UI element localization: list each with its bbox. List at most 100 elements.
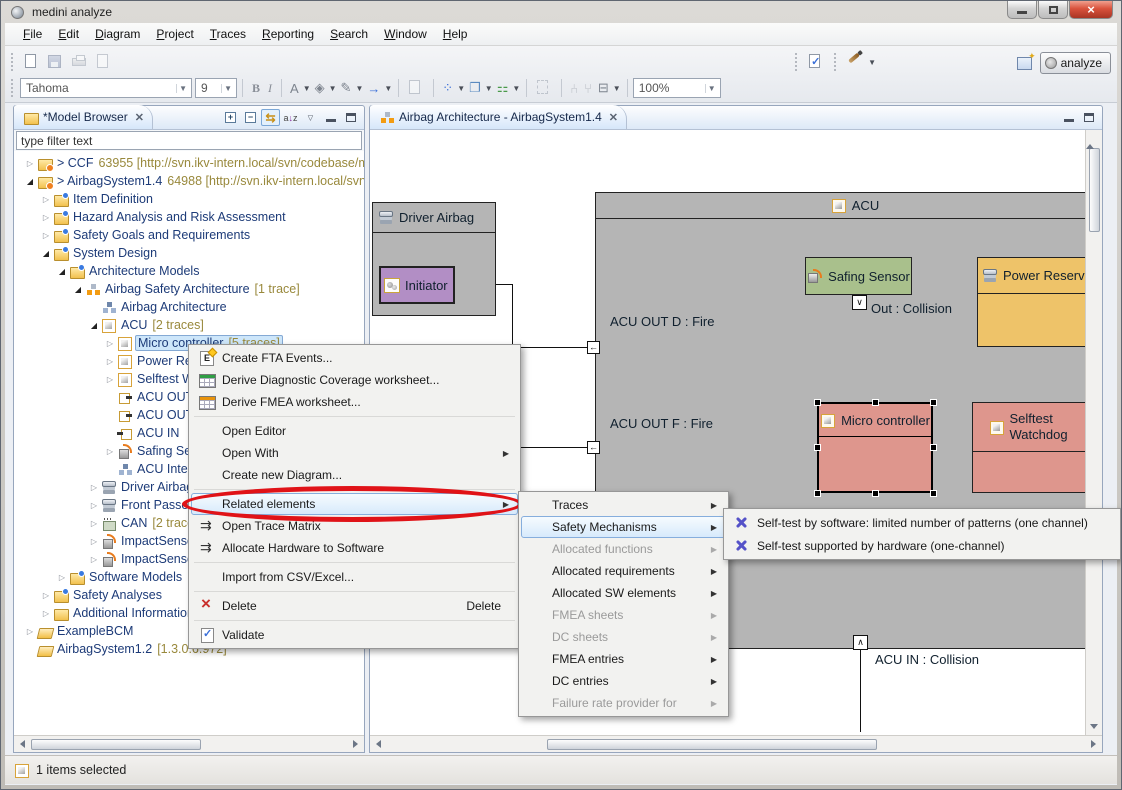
collapse-all-button[interactable]: − xyxy=(241,109,260,126)
menu-item-self-test-supported-by-hardware-one-channel[interactable]: Self-test supported by hardware (one-cha… xyxy=(726,534,1118,557)
menu-item-delete[interactable]: DeleteDelete xyxy=(191,595,518,617)
menu-diagram[interactable]: Diagram xyxy=(87,24,148,44)
tree-item-airbag-safety-architecture[interactable]: ◢Airbag Safety Architecture[1 trace] xyxy=(14,280,364,298)
sort-button[interactable]: a↓z xyxy=(281,109,300,126)
menu-item-import-from-csv-excel[interactable]: Import from CSV/Excel... xyxy=(191,566,518,588)
menu-edit[interactable]: Edit xyxy=(50,24,87,44)
safing-out-port[interactable]: ∨ xyxy=(852,295,867,310)
font-family-combo[interactable]: Tahoma▼ xyxy=(20,78,192,98)
perspective-analyze-button[interactable]: analyze xyxy=(1040,52,1111,74)
connector-style-button[interactable]: → xyxy=(364,81,383,96)
tree-item--ccf[interactable]: ▷> CCF63955 [http://svn.ikv-intern.local… xyxy=(14,154,364,172)
twistie-collapsed-icon[interactable]: ▷ xyxy=(40,591,52,600)
diagram-hscrollbar[interactable] xyxy=(370,735,1102,752)
acu-out-d-port[interactable]: ← xyxy=(587,341,600,354)
connector-line[interactable] xyxy=(512,284,513,348)
twistie-collapsed-icon[interactable]: ▷ xyxy=(40,195,52,204)
fill-color-button[interactable]: ◈ xyxy=(312,80,328,96)
menu-item-safety-mechanisms[interactable]: Safety Mechanisms▶ xyxy=(521,516,726,538)
menu-item-open-editor[interactable]: Open Editor xyxy=(191,420,518,442)
close-icon[interactable]: ✕ xyxy=(135,111,144,124)
tree-item-item-definition[interactable]: ▷Item Definition xyxy=(14,190,364,208)
selection-handle[interactable] xyxy=(814,444,821,451)
report-button[interactable] xyxy=(94,53,114,71)
twistie-collapsed-icon[interactable]: ▷ xyxy=(88,537,100,546)
layout-button[interactable]: ❐ xyxy=(466,80,484,96)
maximize-button[interactable] xyxy=(1038,1,1068,19)
menu-item-fmea-sheets[interactable]: FMEA sheets▶ xyxy=(521,604,726,626)
menu-window[interactable]: Window xyxy=(376,24,435,44)
font-size-combo[interactable]: 9▼ xyxy=(195,78,237,98)
arrange-button[interactable]: ⚏ xyxy=(494,80,512,96)
tree-item-hazard-analysis-and-risk-assessment[interactable]: ▷Hazard Analysis and Risk Assessment xyxy=(14,208,364,226)
tab-model-browser[interactable]: *Model Browser ✕ xyxy=(14,105,153,129)
menu-item-allocate-hardware-to-software[interactable]: Allocate Hardware to Software xyxy=(191,537,518,559)
expand-all-button[interactable]: + xyxy=(221,109,240,126)
twistie-collapsed-icon[interactable]: ▷ xyxy=(56,573,68,582)
minimize-button[interactable] xyxy=(1007,1,1037,19)
select-all-button[interactable]: ⁘ xyxy=(439,80,456,96)
twistie-collapsed-icon[interactable]: ▷ xyxy=(24,159,36,168)
selftest-watchdog-block[interactable]: Selftest Watchdog xyxy=(972,402,1085,493)
split-button[interactable]: ⑂ xyxy=(581,81,595,96)
twistie-collapsed-icon[interactable]: ▷ xyxy=(88,555,100,564)
menu-item-open-trace-matrix[interactable]: Open Trace Matrix xyxy=(191,515,518,537)
twistie-collapsed-icon[interactable]: ▷ xyxy=(88,483,100,492)
selection-handle[interactable] xyxy=(930,444,937,451)
tree-item-acu[interactable]: ◢ACU[2 traces] xyxy=(14,316,364,334)
view-menu-button[interactable]: ▽ xyxy=(301,109,320,126)
tree-item-airbag-architecture[interactable]: Airbag Architecture xyxy=(14,298,364,316)
menu-project[interactable]: Project xyxy=(148,24,201,44)
format-brush-dropdown[interactable]: ▼ xyxy=(868,58,876,67)
link-with-editor-button[interactable]: ⇆ xyxy=(261,109,280,126)
open-perspective-button[interactable] xyxy=(1016,55,1034,71)
merge-button[interactable]: ⑃ xyxy=(567,81,581,96)
menu-reporting[interactable]: Reporting xyxy=(254,24,322,44)
menu-item-self-test-by-software-limited-number-of-patterns-one-channel[interactable]: Self-test by software: limited number of… xyxy=(726,511,1118,534)
maximize-view-button[interactable] xyxy=(341,109,360,126)
menu-item-create-new-diagram[interactable]: Create new Diagram... xyxy=(191,464,518,486)
selection-handle[interactable] xyxy=(930,399,937,406)
twistie-collapsed-icon[interactable]: ▷ xyxy=(104,357,116,366)
italic-button[interactable]: I xyxy=(264,81,276,96)
line-color-button[interactable]: ✎ xyxy=(338,80,355,96)
close-icon[interactable]: ✕ xyxy=(609,111,618,124)
initiator-block[interactable]: Initiator xyxy=(379,266,455,304)
selection-handle[interactable] xyxy=(872,399,879,406)
twistie-expanded-icon[interactable]: ◢ xyxy=(40,249,52,258)
menu-item-open-with[interactable]: Open With▶ xyxy=(191,442,518,464)
view-grid-button[interactable]: ⊟ xyxy=(595,80,612,96)
tab-airbag-architecture[interactable]: Airbag Architecture - AirbagSystem1.4 ✕ xyxy=(370,105,627,129)
validate-button[interactable] xyxy=(806,53,826,71)
twistie-collapsed-icon[interactable]: ▷ xyxy=(24,627,36,636)
twistie-expanded-icon[interactable]: ◢ xyxy=(24,177,36,186)
maximize-view-button[interactable] xyxy=(1079,109,1098,126)
menu-item-traces[interactable]: Traces▶ xyxy=(521,494,726,516)
menu-item-allocated-sw-elements[interactable]: Allocated SW elements▶ xyxy=(521,582,726,604)
selection-handle[interactable] xyxy=(814,399,821,406)
power-reserve-block[interactable]: Power Reserve xyxy=(977,257,1085,347)
minimize-view-button[interactable] xyxy=(321,109,340,126)
filter-input[interactable] xyxy=(16,131,362,150)
menu-item-derive-diagnostic-coverage-worksheet[interactable]: Derive Diagnostic Coverage worksheet... xyxy=(191,369,518,391)
twistie-collapsed-icon[interactable]: ▷ xyxy=(104,375,116,384)
menu-item-failure-rate-provider-for[interactable]: Failure rate provider for▶ xyxy=(521,692,726,714)
twistie-collapsed-icon[interactable]: ▷ xyxy=(104,339,116,348)
menu-item-derive-fmea-worksheet[interactable]: Derive FMEA worksheet... xyxy=(191,391,518,413)
menu-item-allocated-requirements[interactable]: Allocated requirements▶ xyxy=(521,560,726,582)
tree-item-system-design[interactable]: ◢System Design xyxy=(14,244,364,262)
menu-file[interactable]: File xyxy=(15,24,50,44)
close-button[interactable]: × xyxy=(1069,1,1113,19)
tree-item-safety-goals-and-requirements[interactable]: ▷Safety Goals and Requirements xyxy=(14,226,364,244)
minimize-view-button[interactable] xyxy=(1059,109,1078,126)
menu-help[interactable]: Help xyxy=(435,24,476,44)
tree-item-architecture-models[interactable]: ◢Architecture Models xyxy=(14,262,364,280)
menu-item-dc-sheets[interactable]: DC sheets▶ xyxy=(521,626,726,648)
twistie-expanded-icon[interactable]: ◢ xyxy=(88,321,100,330)
new-file-button[interactable] xyxy=(22,53,42,71)
menu-item-dc-entries[interactable]: DC entries▶ xyxy=(521,670,726,692)
format-brush-button[interactable] xyxy=(845,53,865,71)
selection-handle[interactable] xyxy=(930,490,937,497)
menu-item-allocated-functions[interactable]: Allocated functions▶ xyxy=(521,538,726,560)
safing-sensor-block[interactable]: Safing Sensor xyxy=(805,257,912,295)
